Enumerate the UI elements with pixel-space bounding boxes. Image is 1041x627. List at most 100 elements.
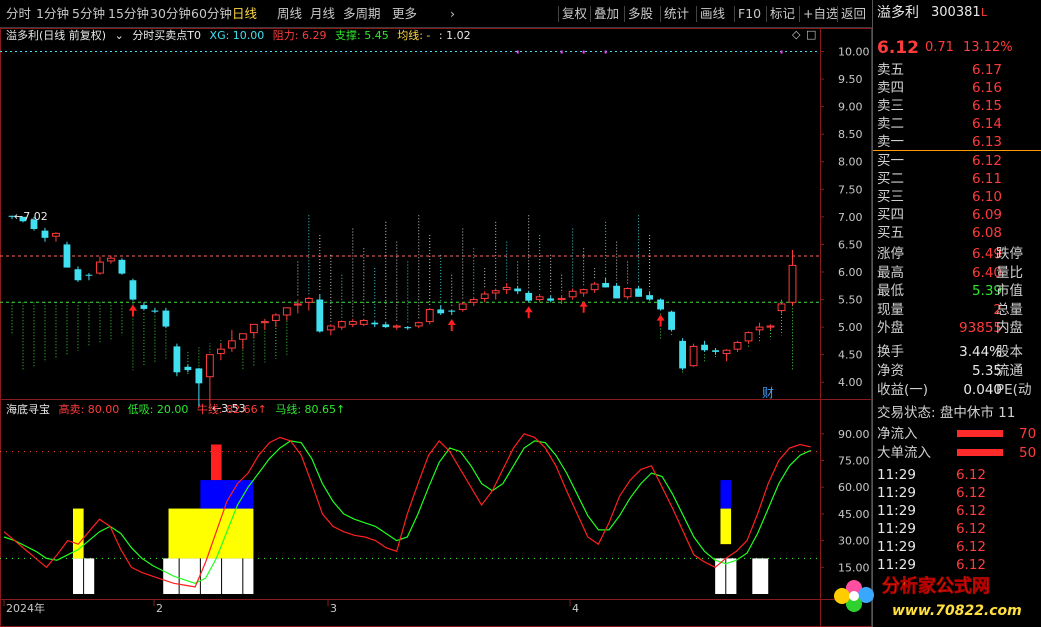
toolbar-button-4[interactable]: 画线 [700,0,725,28]
stock-name: 溢多利 [877,5,919,21]
toolbar-button-0[interactable]: 复权 [562,0,587,28]
support-value: 支撑: 5.45 [335,29,389,42]
bull-line-value: 牛线: 82.66↑ [196,403,267,416]
candle-body [63,244,71,268]
sub-chart-legend: 海底寻宝 高卖: 80.00 低吸: 20.00 牛线: 82.66↑ 马线: … [6,402,350,418]
candle-body [41,230,49,238]
period-tab-0[interactable]: 分时 [6,0,31,28]
ask-label: 卖一 [877,134,904,150]
indicator-name[interactable]: 分时买卖点T0 [132,29,201,42]
candle-body [129,280,137,300]
candle-body [216,348,225,355]
stat-right-label: 内盘 [996,320,1023,337]
stock-chart-window: 分时 1分钟 5分钟 15分钟 30分钟 60分钟 日线 周线 月线 多周期 更多 › 复权 叠加 多股 统计… [0,0,1041,627]
period-tab-1[interactable]: 1分钟 [36,0,69,28]
ask-price: 6.16 [971,80,1002,96]
stat-right-label: 跌停 [996,246,1023,262]
period-tab-6[interactable]: 日线 [232,0,257,28]
bid-row: 买一 6.12 [873,152,1041,170]
ask-row: 卖一 6.13 [873,133,1041,151]
candle-body [480,293,489,299]
buy-arrow-icon [524,306,533,319]
big-inflow-row: 大单流入 50 [873,444,1041,462]
stock-code: 300381 [931,5,981,20]
toolbar-button-7[interactable]: +自选 [803,0,838,28]
sub-axis-tick: 75.00 [838,455,870,468]
candle-body [348,321,357,325]
chart-canvas[interactable]: 10.00 9.50 9.00 8.50 8.00 7.50 7.00 6.50 6.00 5.5… [0,28,872,627]
bid-price: 6.12 [971,153,1002,169]
stock-title: 溢多利(日线 前复权) [6,29,107,42]
stat-row: 最高 6.40 量比 [873,264,1041,282]
main-axis-tick: 4.00 [838,376,863,389]
candle-body [755,326,764,331]
sub-axis-tick: 90.00 [838,428,870,441]
candle-body [722,349,731,355]
period-tab-9[interactable]: 多周期 [343,0,381,28]
period-tab-2[interactable]: 5分钟 [72,0,105,28]
toolbar-button-3[interactable]: 统计 [664,0,689,28]
finance-mark: 财 [762,386,774,400]
watermark-url: www.70822.com [892,603,1022,619]
finance-label: 收益(一) [877,382,929,398]
candle-body [668,311,675,330]
period-tab-3[interactable]: 15分钟 [108,0,149,28]
ask-row: 卖四 6.16 [873,79,1041,97]
period-tab-8[interactable]: 月线 [310,0,335,28]
buy-arrow-icon [447,318,456,331]
orderbook-divider [873,150,1041,151]
diamond-icon: ◇ [792,28,801,41]
toolbar-button-2[interactable]: 多股 [628,0,653,28]
sub-indicator-name[interactable]: 海底寻宝 [6,403,50,416]
big-inflow-label: 大单流入 [877,445,931,461]
candle-body [414,322,423,327]
tick-price: 6.12 [955,485,986,501]
ask-row: 卖二 6.14 [873,115,1041,133]
ask-price: 6.17 [971,62,1002,78]
candle-body [195,368,203,384]
signal-bar [720,480,732,509]
candle-body [579,289,588,294]
toolbar-button-1[interactable]: 叠加 [594,0,619,28]
chart-frame [0,28,872,627]
square-icon: □ [806,28,816,41]
toolbar-divider [696,6,697,22]
tick-time: 11:29 [877,521,916,537]
chevron-right-icon[interactable]: › [450,0,455,28]
ask-label: 卖二 [877,116,904,132]
tick-time: 11:29 [877,467,916,483]
chevron-down-icon[interactable]: ⌄ [115,29,124,42]
candle-body [613,285,621,299]
tick-row: 11:29 6.12 [873,484,1041,502]
period-tab-4[interactable]: 30分钟 [150,0,191,28]
candle-body [184,366,192,371]
stat-row: 涨停 6.49 跌停 [873,245,1041,263]
horse-line-value: 马线: 80.65↑ [275,403,346,416]
finance-right-label: 流通 [996,363,1023,379]
period-tab-7[interactable]: 周线 [277,0,302,28]
ask-label: 卖三 [877,98,904,114]
toolbar-button-8[interactable]: 返回 [841,0,866,28]
period-tab-5[interactable]: 60分钟 [191,0,232,28]
signal-dot [516,50,519,54]
stat-right-label: 总量 [996,301,1023,318]
main-axis-tick: 6.00 [838,266,863,279]
toolbar-button-5[interactable]: F10 [738,0,761,28]
main-axis-tick: 4.50 [838,349,863,362]
bid-price: 6.11 [971,171,1002,187]
tick-row: 11:29 6.12 [873,466,1041,484]
tick-price: 6.12 [955,539,986,555]
candle-body [316,299,324,332]
buy-arrow-icon [579,300,588,313]
date-label: 2 [156,602,163,615]
period-tab-10[interactable]: 更多 [392,0,417,28]
bid-label: 买三 [877,189,904,205]
low-buy-value: 低吸: 20.00 [127,403,189,416]
toolbar-button-6[interactable]: 标记 [770,0,795,28]
candle-body [293,303,302,306]
bid-price: 6.10 [971,189,1002,205]
chart-area[interactable]: 10.00 9.50 9.00 8.50 8.00 7.50 7.00 6.50 6.00 5.5… [0,28,872,627]
candle-body [337,321,346,328]
candle-body [535,296,544,301]
candle-body [646,295,654,300]
